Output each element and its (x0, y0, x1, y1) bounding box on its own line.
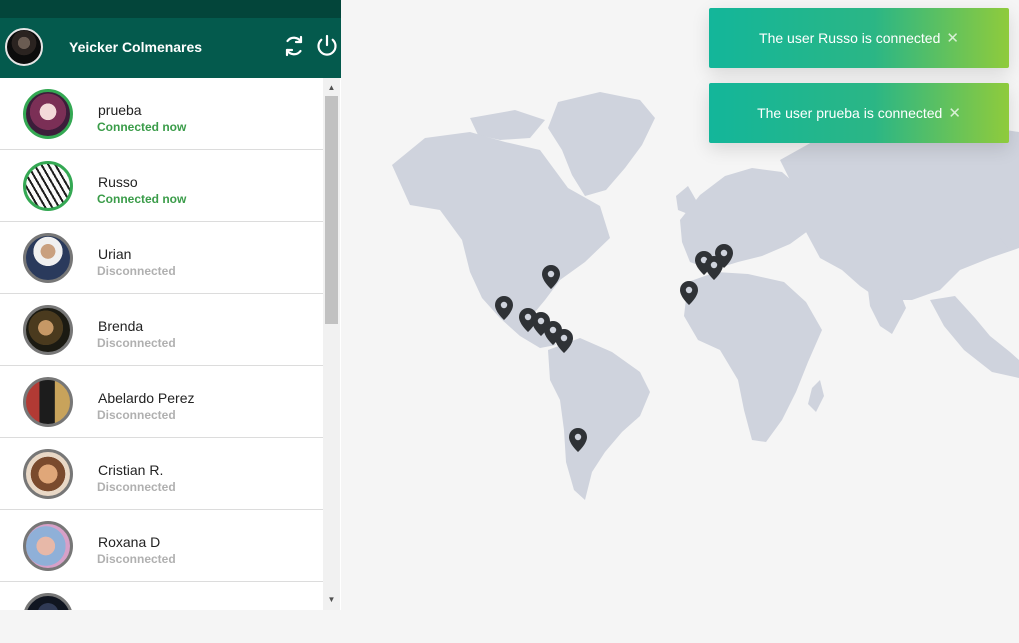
contact-item-russo[interactable]: Russo Connected now (0, 150, 323, 222)
contact-item-abelardo-perez[interactable]: Abelardo Perez Disconnected (0, 366, 323, 438)
landmass-greenland (548, 92, 655, 196)
avatar (23, 377, 73, 427)
landmass-south-america (548, 338, 650, 500)
avatar (23, 161, 73, 211)
contact-name: Russo (98, 174, 138, 190)
contact-status: Disconnected (97, 552, 176, 566)
close-icon[interactable]: ✕ (948, 104, 961, 122)
contact-status: Connected now (97, 120, 187, 134)
close-icon[interactable]: ✕ (946, 29, 959, 47)
power-icon[interactable] (315, 34, 339, 58)
contact-name: Abelardo Perez (98, 390, 195, 406)
notification-text: The user Russo is connected (759, 30, 941, 46)
avatar (23, 233, 73, 283)
landmass-southeast-asia (930, 296, 1019, 378)
landmass-asia (780, 118, 1019, 300)
contact-item-cristian-r[interactable]: Cristian R. Disconnected (0, 438, 323, 510)
contact-name: Cristian R. (98, 462, 164, 478)
scroll-thumb[interactable] (325, 96, 338, 324)
contact-item-prueba[interactable]: prueba Connected now (0, 78, 323, 150)
contact-status: Disconnected (97, 408, 176, 422)
notification-text: The user prueba is connected (757, 105, 943, 121)
current-user-avatar[interactable] (5, 28, 43, 66)
landmass-madagascar (808, 380, 824, 412)
contact-list[interactable]: prueba Connected now Russo Connected now… (0, 78, 323, 610)
contact-status: Disconnected (97, 336, 176, 350)
avatar (23, 89, 73, 139)
top-strip (0, 0, 341, 18)
sidebar-header: Yeicker Colmenares (0, 18, 341, 78)
contact-item-brenda[interactable]: Brenda Disconnected (0, 294, 323, 366)
scroll-down-arrow-icon[interactable]: ▼ (323, 592, 340, 608)
contact-list-scrollbar[interactable]: ▲ ▼ (323, 78, 340, 610)
notification-toast[interactable]: The user Russo is connected ✕ (709, 8, 1009, 68)
contact-item-partial[interactable] (0, 582, 323, 610)
scroll-up-arrow-icon[interactable]: ▲ (323, 80, 340, 96)
contact-status: Disconnected (97, 480, 176, 494)
refresh-icon[interactable] (282, 34, 306, 58)
contact-name: prueba (98, 102, 142, 118)
contact-item-urian[interactable]: Urian Disconnected (0, 222, 323, 294)
contact-name: Urian (98, 246, 132, 262)
contact-name: Roxana D (98, 534, 161, 550)
current-user-name: Yeicker Colmenares (69, 39, 203, 55)
contact-status: Connected now (97, 192, 187, 206)
avatar (23, 449, 73, 499)
landmass-india (868, 288, 906, 334)
notification-toast[interactable]: The user prueba is connected ✕ (709, 83, 1009, 143)
contact-name: Brenda (98, 318, 144, 334)
landmass-africa (684, 272, 822, 442)
contact-status: Disconnected (97, 264, 176, 278)
avatar (23, 305, 73, 355)
contact-item-roxana-d[interactable]: Roxana D Disconnected (0, 510, 323, 582)
contacts-sidebar: Yeicker Colmenares prueba Connected now … (0, 0, 341, 610)
avatar (23, 521, 73, 571)
avatar (23, 593, 73, 610)
